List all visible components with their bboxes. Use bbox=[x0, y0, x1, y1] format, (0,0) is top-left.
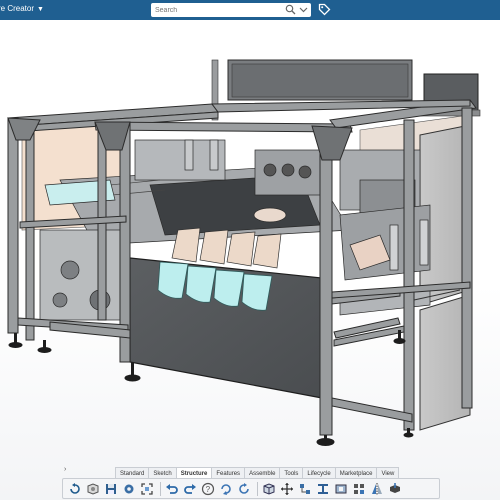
profile-icon[interactable] bbox=[333, 481, 348, 496]
extrude-icon[interactable] bbox=[387, 481, 402, 496]
fit-all-icon[interactable] bbox=[139, 481, 154, 496]
search-box bbox=[151, 3, 311, 17]
undo-loop-icon[interactable] bbox=[67, 481, 82, 496]
app-menu-button[interactable]: re Creator ▼ bbox=[0, 4, 44, 13]
top-bar: re Creator ▼ bbox=[0, 0, 500, 20]
settings-gear-icon[interactable] bbox=[121, 481, 136, 496]
machine-assembly-model[interactable] bbox=[0, 20, 500, 500]
action-bar: ? bbox=[62, 478, 440, 499]
undo-icon[interactable] bbox=[164, 481, 179, 496]
pattern-icon[interactable] bbox=[351, 481, 366, 496]
toolbar-separator bbox=[257, 481, 258, 496]
redo-loop-icon[interactable] bbox=[236, 481, 251, 496]
search-icon[interactable] bbox=[285, 4, 296, 15]
cube-view-icon[interactable] bbox=[261, 481, 276, 496]
chevron-down-icon: ▼ bbox=[37, 6, 44, 13]
tag-icon[interactable] bbox=[318, 3, 331, 16]
search-input[interactable] bbox=[155, 4, 275, 16]
save-icon[interactable] bbox=[103, 481, 118, 496]
help-icon[interactable]: ? bbox=[200, 481, 215, 496]
3d-viewport[interactable] bbox=[0, 20, 500, 500]
beam-icon[interactable] bbox=[315, 481, 330, 496]
svg-text:?: ? bbox=[205, 485, 210, 494]
part-icon[interactable] bbox=[85, 481, 100, 496]
mirror-icon[interactable] bbox=[369, 481, 384, 496]
move-icon[interactable] bbox=[279, 481, 294, 496]
structure-icon[interactable] bbox=[297, 481, 312, 496]
search-dropdown-icon[interactable] bbox=[299, 4, 308, 15]
rotate-view-icon[interactable] bbox=[218, 481, 233, 496]
action-bar-expand-button[interactable]: › bbox=[64, 466, 66, 473]
app-title: re Creator bbox=[0, 4, 35, 13]
redo-icon[interactable] bbox=[182, 481, 197, 496]
toolbar-separator bbox=[160, 481, 161, 496]
